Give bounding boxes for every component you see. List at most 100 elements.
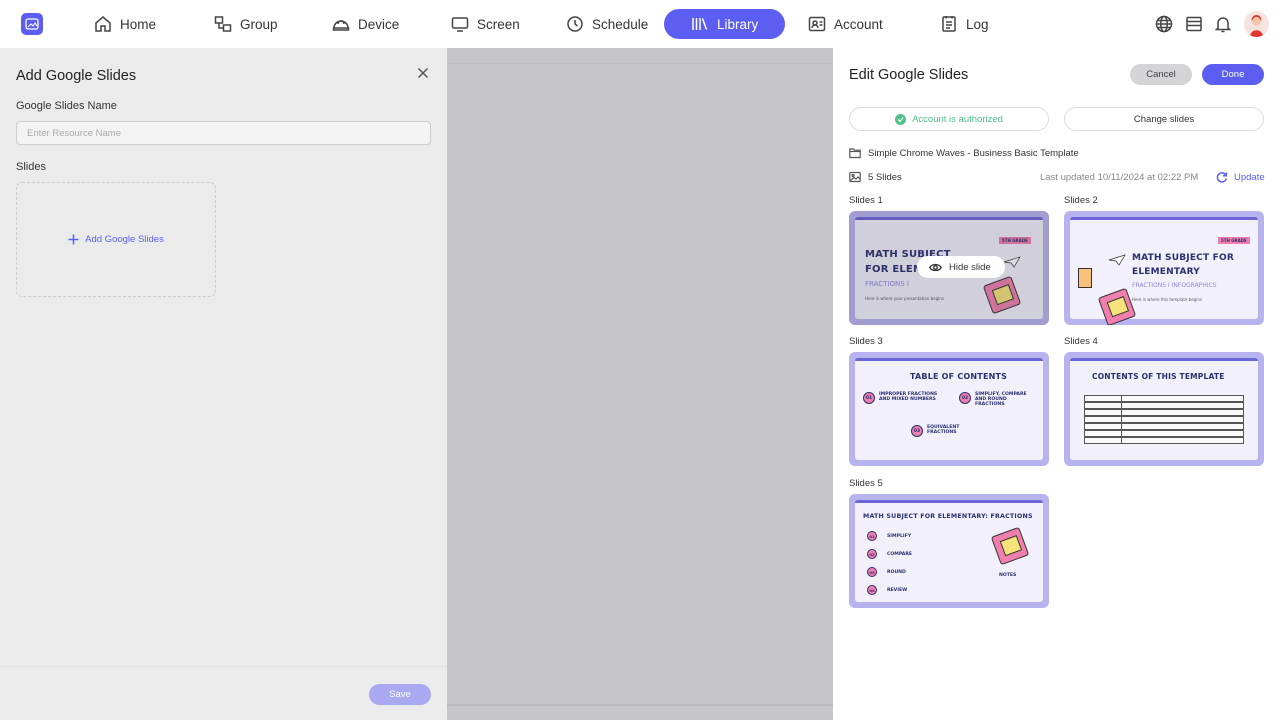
table-row xyxy=(1084,402,1244,409)
refresh-icon xyxy=(1216,172,1228,183)
slide-2-badge: 5TH GRADE xyxy=(1218,237,1250,244)
slide-4-thumbnail[interactable]: CONTENTS OF THIS TEMPLATE xyxy=(1064,352,1264,466)
library-icon xyxy=(692,18,708,30)
edit-google-slides-panel: Edit Google Slides Cancel Done Account i… xyxy=(833,48,1280,720)
last-updated-text: Last updated 10/11/2024 at 02:22 PM xyxy=(1040,172,1199,183)
avatar[interactable] xyxy=(1244,11,1269,37)
nav-library-label: Library xyxy=(717,16,759,32)
nav-library[interactable]: Library xyxy=(664,9,786,39)
slides-name-label: Google Slides Name xyxy=(16,100,117,112)
slide-2-thumbnail[interactable]: MATH SUBJECT FOR ELEMENTARY FRACTIONS I … xyxy=(1064,211,1264,325)
slide-3-label: Slides 3 xyxy=(849,336,883,347)
table-row xyxy=(1084,423,1244,430)
add-panel-footer: Save xyxy=(0,666,447,720)
bell-icon[interactable] xyxy=(1214,15,1232,33)
slide-2-subtitle: FRACTIONS I INFOGRAPHICS xyxy=(1132,282,1217,289)
group-icon xyxy=(214,16,232,32)
clock-icon xyxy=(567,16,583,32)
slide-1-label: Slides 1 xyxy=(849,195,883,206)
nav-device[interactable]: Device xyxy=(332,9,399,39)
presentation-name-row: Simple Chrome Waves - Business Basic Tem… xyxy=(849,147,1079,159)
slide-1-thumbnail[interactable]: MATH SUBJECT FOR ELEMENTARY FRACTIONS I … xyxy=(849,211,1049,325)
check-circle-icon xyxy=(895,113,907,125)
slide-2-title-line1: MATH SUBJECT FOR xyxy=(1132,253,1234,263)
log-icon xyxy=(942,16,956,32)
hide-slide-button[interactable]: Hide slide xyxy=(917,256,1005,278)
slide-count: 5 Slides xyxy=(868,171,902,183)
slide-4-label: Slides 4 xyxy=(1064,336,1098,347)
nav-schedule-label: Schedule xyxy=(592,16,649,32)
nav-log[interactable]: Log xyxy=(940,9,989,39)
nav-screen[interactable]: Screen xyxy=(451,9,520,39)
slide-4-content: CONTENTS OF THIS TEMPLATE xyxy=(1070,358,1258,460)
add-google-slides-button[interactable]: Add Google Slides xyxy=(16,182,216,297)
home-icon xyxy=(95,16,111,32)
slide-2-content: MATH SUBJECT FOR ELEMENTARY FRACTIONS I … xyxy=(1070,217,1258,325)
toc-item-text: SIMPLIFY, COMPARE AND ROUND FRACTIONS xyxy=(975,392,1027,407)
book-illustration xyxy=(990,526,1030,566)
app-logo-icon[interactable] xyxy=(21,13,43,35)
toc-number: 03 xyxy=(911,425,923,437)
slide-2-title-line2: ELEMENTARY xyxy=(1132,267,1201,277)
nav-schedule[interactable]: Schedule xyxy=(566,9,648,39)
nav-account-label: Account xyxy=(834,16,883,32)
globe-icon[interactable] xyxy=(1155,15,1173,33)
nav-log-label: Log xyxy=(966,16,989,32)
slide-2-note: Here is where this template begins xyxy=(1132,297,1202,302)
add-google-slides-panel: Add Google Slides Google Slides Name Sli… xyxy=(0,48,447,720)
toc-item-text: EQUIVALENT FRACTIONS xyxy=(927,425,960,435)
update-label: Update xyxy=(1234,171,1265,183)
cancel-button[interactable]: Cancel xyxy=(1130,64,1192,85)
slide-5-label: Slides 5 xyxy=(849,478,883,489)
list-number: 03 xyxy=(867,567,877,577)
list-item-text: REVIEW xyxy=(887,588,908,593)
list-item-text: COMPARE xyxy=(887,552,913,557)
close-icon[interactable] xyxy=(417,66,429,79)
table-row xyxy=(1084,416,1244,423)
slide-3-content: TABLE OF CONTENTS 01 IMPROPER FRACTIONS … xyxy=(855,358,1043,460)
hide-slide-label: Hide slide xyxy=(949,261,991,273)
screen-icon xyxy=(451,17,469,32)
nav-home-label: Home xyxy=(120,16,157,32)
modal-backdrop[interactable] xyxy=(447,48,833,720)
book-illustration xyxy=(1097,287,1137,325)
nav-group[interactable]: Group xyxy=(214,9,278,39)
change-slides-button[interactable]: Change slides xyxy=(1064,107,1264,131)
nav-group-label: Group xyxy=(240,16,278,32)
account-icon xyxy=(808,16,826,32)
nav-account[interactable]: Account xyxy=(808,9,883,39)
slide-count-row: 5 Slides xyxy=(849,171,902,183)
slide-5-title: MATH SUBJECT FOR ELEMENTARY: FRACTIONS xyxy=(863,513,1033,520)
slides-label: Slides xyxy=(16,161,46,173)
list-number: 01 xyxy=(867,531,877,541)
list-number: 04 xyxy=(867,585,877,595)
wallet-icon[interactable] xyxy=(1185,15,1203,33)
done-button[interactable]: Done xyxy=(1202,64,1264,85)
slide-3-thumbnail[interactable]: TABLE OF CONTENTS 01 IMPROPER FRACTIONS … xyxy=(849,352,1049,466)
nav-screen-label: Screen xyxy=(477,16,520,32)
backdrop-divider xyxy=(447,63,833,64)
list-number: 02 xyxy=(867,549,877,559)
paper-plane-icon xyxy=(1108,254,1126,266)
list-item-text: ROUND xyxy=(887,570,906,575)
nav-home[interactable]: Home xyxy=(94,9,156,39)
toc-number: 01 xyxy=(863,392,875,404)
slide-5-thumbnail[interactable]: MATH SUBJECT FOR ELEMENTARY: FRACTIONS 0… xyxy=(849,494,1049,608)
slide-2-label: Slides 2 xyxy=(1064,195,1098,206)
edit-panel-title: Edit Google Slides xyxy=(849,67,969,83)
list-item-text: SIMPLIFY xyxy=(887,534,912,539)
slide-4-title: CONTENTS OF THIS TEMPLATE xyxy=(1092,372,1225,381)
toc-item-text: IMPROPER FRACTIONS AND MIXED NUMBERS xyxy=(879,392,938,402)
table-row xyxy=(1084,437,1244,444)
toc-number: 02 xyxy=(959,392,971,404)
table-row xyxy=(1084,430,1244,437)
backdrop-divider-bottom xyxy=(447,704,833,706)
folder-icon xyxy=(849,148,861,159)
table-row xyxy=(1084,395,1244,402)
update-button[interactable]: Update xyxy=(1216,171,1265,183)
nav-device-label: Device xyxy=(358,16,400,32)
presentation-name: Simple Chrome Waves - Business Basic Tem… xyxy=(868,147,1079,159)
save-button[interactable]: Save xyxy=(369,684,431,705)
notes-label: NOTES xyxy=(999,573,1017,578)
resource-name-input[interactable] xyxy=(16,121,431,145)
